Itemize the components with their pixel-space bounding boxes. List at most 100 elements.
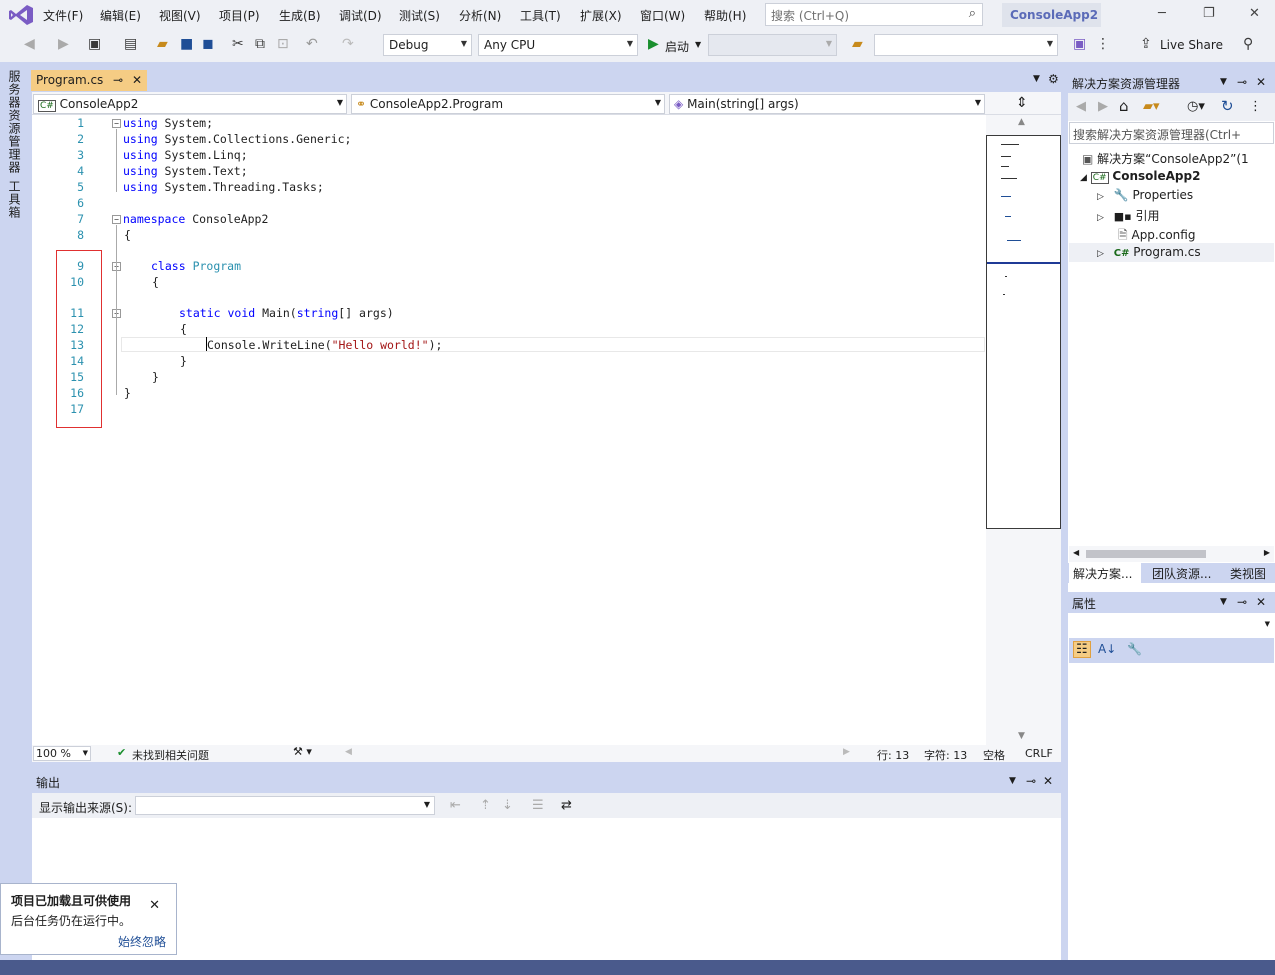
tab-list-icon[interactable]: ▼ xyxy=(1033,74,1040,84)
chevron-down-icon[interactable]: ▼ xyxy=(1009,776,1016,786)
tree-project[interactable]: ◢ C# ConsoleApp2 xyxy=(1080,169,1200,184)
properties-object-select[interactable]: ▼ xyxy=(1069,614,1274,636)
menu-help[interactable]: 帮助(H) xyxy=(704,7,746,24)
scroll-right-icon[interactable]: ▶ xyxy=(1264,548,1270,557)
clear-all-icon[interactable]: ☰ xyxy=(532,798,544,813)
cut-icon[interactable]: ✂ xyxy=(232,36,244,52)
home-icon[interactable]: ⌂ xyxy=(1119,97,1129,115)
solution-search-input[interactable]: 搜索解决方案资源管理器(Ctrl+ xyxy=(1069,122,1274,144)
menu-file[interactable]: 文件(F) xyxy=(43,7,83,24)
add-item-icon[interactable]: ▤ xyxy=(124,36,137,52)
undo-icon[interactable]: ↶ xyxy=(306,36,318,52)
minimize-icon[interactable]: ─ xyxy=(1158,6,1166,21)
scroll-left-icon[interactable]: ◀ xyxy=(1073,548,1079,557)
find-combo[interactable]: ▼ xyxy=(874,34,1058,56)
pin-icon[interactable]: ⊸ xyxy=(113,73,123,87)
alphabetical-icon[interactable]: A↓ xyxy=(1098,642,1116,656)
toolbar-overflow-icon[interactable]: ⋮ xyxy=(1249,99,1262,114)
live-share-button[interactable]: Live Share xyxy=(1160,38,1223,52)
back-icon[interactable]: ◀ xyxy=(1076,99,1086,114)
menu-window[interactable]: 窗口(W) xyxy=(640,7,685,24)
scroll-left-icon[interactable]: ◀ xyxy=(345,747,352,757)
save-icon[interactable]: ■ xyxy=(180,36,193,52)
code-editor[interactable] xyxy=(32,115,986,745)
code-minimap[interactable] xyxy=(986,135,1061,529)
live-share-icon[interactable]: ⇪ xyxy=(1140,36,1152,52)
menu-view[interactable]: 视图(V) xyxy=(159,7,201,24)
tab-team-explorer[interactable]: 团队资源... xyxy=(1148,563,1222,583)
indent-indicator[interactable]: 空格 xyxy=(983,747,1005,763)
menu-tools[interactable]: 工具(T) xyxy=(520,7,561,24)
redo-icon[interactable]: ↷ xyxy=(342,36,354,52)
solution-horizontal-scrollbar[interactable]: ◀ ▶ xyxy=(1069,546,1274,562)
pin-icon[interactable]: ⊸ xyxy=(1026,774,1036,788)
class-nav-select[interactable]: ⚭ ConsoleApp2.Program ▼ xyxy=(351,94,665,114)
tree-item-references[interactable]: ▷ ■▪ 引用 xyxy=(1097,207,1159,224)
menu-test[interactable]: 测试(S) xyxy=(399,7,440,24)
feedback-icon[interactable]: ▣ xyxy=(1073,36,1086,52)
find-in-files-icon[interactable]: ▰ xyxy=(852,36,863,52)
collapse-icon[interactable]: − xyxy=(112,215,121,224)
word-wrap-icon[interactable]: ⇄ xyxy=(561,798,572,813)
menu-analyze[interactable]: 分析(N) xyxy=(459,7,501,24)
copy-icon[interactable]: ⧉ xyxy=(255,36,265,52)
scroll-down-icon[interactable]: ▼ xyxy=(1018,731,1025,741)
notification-dismiss-link[interactable]: 始终忽略 xyxy=(11,933,166,950)
member-nav-select[interactable]: ◈ Main(string[] args) ▼ xyxy=(669,94,985,114)
search-input[interactable]: 搜索 (Ctrl+Q) ⌕ xyxy=(765,3,983,26)
issues-status[interactable]: 未找到相关问题 xyxy=(132,747,209,763)
back-icon[interactable]: ◀ xyxy=(24,36,35,52)
forward-icon[interactable]: ▶ xyxy=(1098,99,1108,114)
close-icon[interactable]: ✕ xyxy=(1256,595,1266,609)
next-message-icon[interactable]: ⇣ xyxy=(502,798,513,813)
menu-debug[interactable]: 调试(D) xyxy=(339,7,382,24)
paste-icon[interactable]: ⊡ xyxy=(277,36,289,52)
wrench-icon[interactable]: 🔧 xyxy=(1127,642,1142,656)
tab-program-cs[interactable]: Program.cs ⊸ ✕ xyxy=(31,70,147,91)
scroll-right-icon[interactable]: ▶ xyxy=(843,747,850,757)
tree-item-program-cs[interactable]: ▷ C# Program.cs xyxy=(1097,245,1201,259)
close-icon[interactable]: ✕ xyxy=(1249,6,1260,21)
platform-select[interactable]: Any CPU ▼ xyxy=(478,34,638,56)
previous-message-icon[interactable]: ⇡ xyxy=(480,798,491,813)
close-icon[interactable]: ✕ xyxy=(132,73,142,87)
close-icon[interactable]: ✕ xyxy=(1256,75,1266,89)
tab-class-view[interactable]: 类视图 xyxy=(1226,563,1274,583)
start-icon[interactable]: ▶ xyxy=(648,36,659,52)
scroll-up-icon[interactable]: ▲ xyxy=(1018,117,1025,127)
open-file-icon[interactable]: ▰ xyxy=(157,36,168,52)
code-cleanup-icon[interactable]: ⚒ ▾ xyxy=(293,745,312,758)
project-nav-select[interactable]: C# ConsoleApp2 ▼ xyxy=(33,94,347,114)
menu-extensions[interactable]: 扩展(X) xyxy=(580,7,622,24)
chevron-down-icon[interactable]: ▼ xyxy=(1220,597,1227,607)
forward-icon[interactable]: ▶ xyxy=(58,36,69,52)
save-all-icon[interactable]: ◼ xyxy=(202,36,214,52)
menu-project[interactable]: 项目(P) xyxy=(219,7,260,24)
menu-edit[interactable]: 编辑(E) xyxy=(100,7,141,24)
tab-solution-explorer[interactable]: 解决方案... xyxy=(1069,563,1141,583)
tree-item-properties[interactable]: ▷ 🔧 Properties xyxy=(1097,188,1193,202)
find-message-icon[interactable]: ⇤ xyxy=(450,798,461,813)
close-icon[interactable]: ✕ xyxy=(1043,774,1053,788)
close-icon[interactable]: ✕ xyxy=(149,898,160,913)
refresh-icon[interactable]: ↻ xyxy=(1221,97,1234,115)
categorized-icon[interactable]: ☷ xyxy=(1073,641,1091,658)
pin-icon[interactable]: ⊸ xyxy=(1237,75,1247,89)
zoom-select[interactable]: 100 % ▼ xyxy=(33,746,91,761)
start-button[interactable]: 启动 xyxy=(665,38,689,55)
line-ending-indicator[interactable]: CRLF xyxy=(1025,747,1053,760)
scrollbar-thumb[interactable] xyxy=(1086,550,1206,558)
config-select[interactable]: Debug ▼ xyxy=(383,34,472,56)
menu-build[interactable]: 生成(B) xyxy=(279,7,321,24)
split-editor-icon[interactable]: ⇕ xyxy=(1016,95,1028,111)
output-source-select[interactable]: ▼ xyxy=(135,796,435,815)
toolbar-overflow-icon[interactable]: ⋮ xyxy=(1096,36,1110,52)
tree-solution[interactable]: ▣ 解决方案“ConsoleApp2”(1 xyxy=(1082,150,1249,167)
account-icon[interactable]: ⚲ xyxy=(1243,36,1253,52)
chevron-down-icon[interactable]: ▼ xyxy=(1220,77,1227,87)
pin-icon[interactable]: ⊸ xyxy=(1237,595,1247,609)
server-explorer-tab[interactable]: 服务器资源管理器 xyxy=(6,70,23,174)
collapse-icon[interactable]: − xyxy=(112,119,121,128)
pending-changes-icon[interactable]: ◷▾ xyxy=(1187,99,1205,114)
gear-icon[interactable]: ⚙ xyxy=(1048,72,1059,86)
